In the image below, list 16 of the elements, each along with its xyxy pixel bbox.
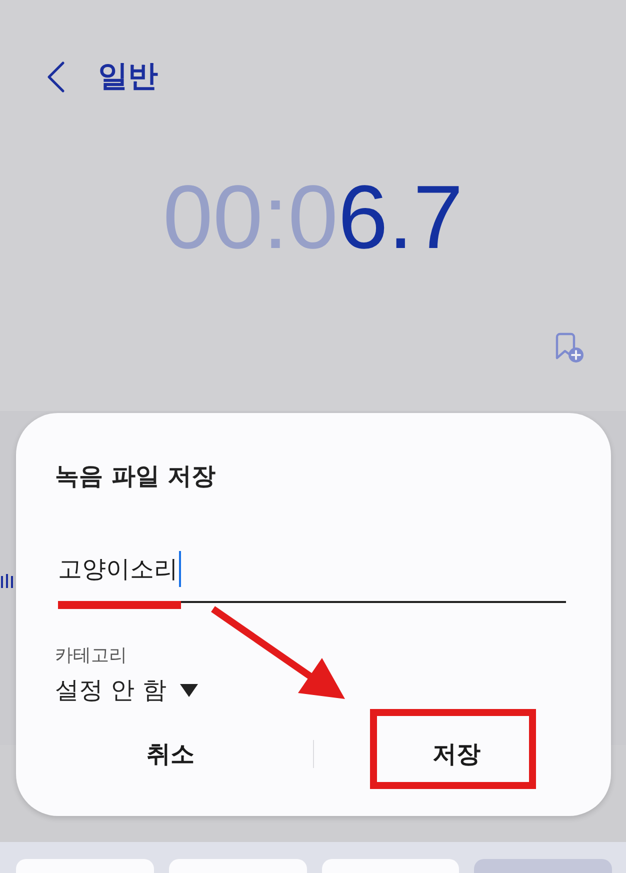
dropdown-icon — [180, 684, 198, 696]
cancel-button[interactable]: 취소 — [136, 732, 204, 776]
bookmark-add-icon[interactable] — [554, 332, 584, 363]
waveform-drawing — [1, 574, 13, 588]
category-dropdown[interactable]: 설정 안 함 — [55, 673, 198, 707]
dialog-title: 녹음 파일 저장 — [55, 461, 217, 492]
save-button[interactable]: 저장 — [422, 732, 490, 776]
page-title: 일반 — [98, 58, 158, 96]
keyboard-key[interactable] — [322, 859, 460, 873]
category-label: 카테고리 — [55, 644, 128, 668]
timer-digits: 00:0 — [162, 168, 338, 268]
timer-digits: 6.7 — [338, 168, 464, 268]
keyboard-key[interactable] — [16, 859, 154, 873]
keyboard-key[interactable] — [168, 859, 306, 873]
back-icon[interactable] — [47, 61, 65, 93]
keyboard-key[interactable] — [474, 859, 612, 873]
